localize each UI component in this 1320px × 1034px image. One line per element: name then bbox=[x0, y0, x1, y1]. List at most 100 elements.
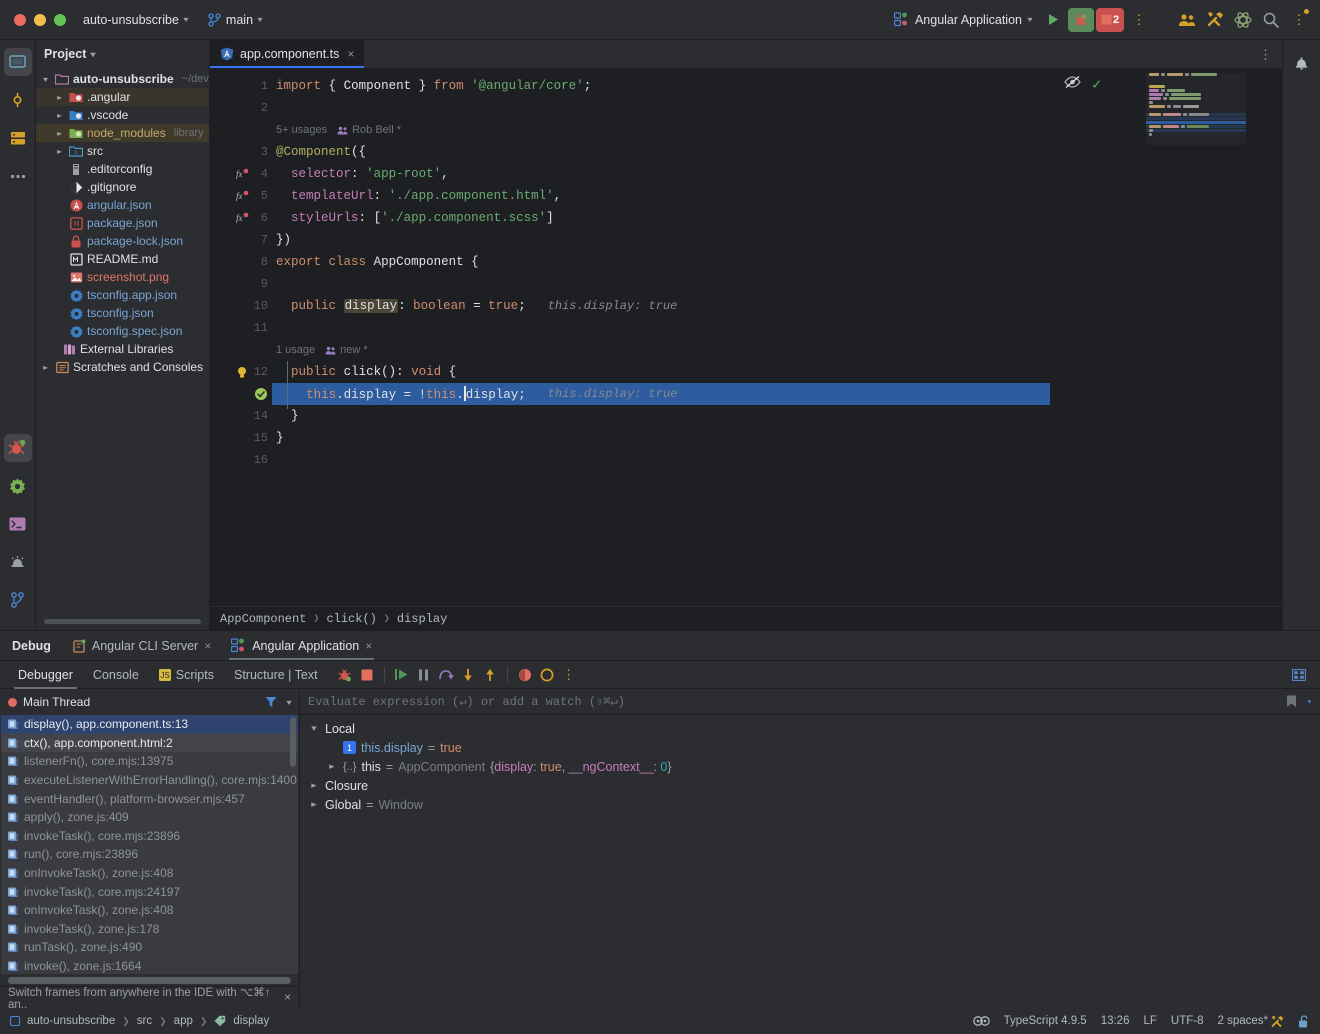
settings-gear-icon[interactable] bbox=[4, 472, 32, 500]
restore-layout-icon[interactable] bbox=[1288, 664, 1310, 686]
code-line-7[interactable]: }) bbox=[272, 229, 1050, 251]
code-line-16[interactable] bbox=[272, 449, 1050, 471]
variable-row[interactable]: ▾ Local bbox=[300, 719, 1320, 738]
stop-button[interactable]: 2 bbox=[1096, 7, 1124, 32]
no-problems-checkmark-icon[interactable]: ✓ bbox=[1092, 75, 1101, 94]
tools-wrench-icon[interactable] bbox=[1271, 1015, 1284, 1028]
stack-frame-row[interactable]: eventHandler(), platform-browser.mjs:457 bbox=[1, 789, 298, 808]
tree-node-package-lock-json[interactable]: package-lock.json bbox=[36, 232, 209, 250]
fx-marker-icon[interactable]: fx bbox=[235, 212, 249, 224]
status-breadcrumb-item-2[interactable]: app bbox=[174, 1015, 193, 1027]
tree-node-tsconfig-app-json[interactable]: tsconfig.app.json bbox=[36, 286, 209, 304]
people-icon[interactable] bbox=[1174, 7, 1200, 33]
pause-program-icon[interactable] bbox=[413, 664, 435, 686]
project-horizontal-scrollbar[interactable] bbox=[44, 619, 201, 624]
gutter-line-3[interactable]: 3 bbox=[210, 141, 272, 163]
debug-button[interactable] bbox=[1068, 7, 1094, 32]
view-breakpoints-icon[interactable] bbox=[536, 664, 558, 686]
variable-row[interactable]: ▸ Global = Window bbox=[300, 795, 1320, 814]
intention-bulb-icon[interactable] bbox=[235, 366, 249, 379]
gutter-line-9[interactable]: 9 bbox=[210, 273, 272, 295]
window-controls[interactable] bbox=[8, 13, 76, 26]
chevron-down-icon[interactable]: ▾ bbox=[39, 75, 52, 84]
step-into-icon[interactable] bbox=[457, 664, 479, 686]
gutter-inlay-row[interactable] bbox=[210, 339, 272, 361]
close-icon[interactable]: × bbox=[365, 639, 372, 653]
commit-icon[interactable] bbox=[4, 86, 32, 114]
gutter-line-16[interactable]: 16 bbox=[210, 449, 272, 471]
code-editor[interactable]: 1 2 3 fx 4 fx 5 fx 6 7 8 9 10 11 12 14 15 16 import { Com… bbox=[210, 69, 1282, 606]
run-configuration-selector[interactable]: Angular Application ▾ bbox=[888, 9, 1038, 30]
gutter-line-8[interactable]: 8 bbox=[210, 251, 272, 273]
chevron-right-icon[interactable]: ▸ bbox=[53, 111, 66, 120]
code-line-5[interactable]: templateUrl: './app.component.html', bbox=[272, 185, 1050, 207]
gutter-line-7[interactable]: 7 bbox=[210, 229, 272, 251]
file-encoding-label[interactable]: UTF-8 bbox=[1171, 1015, 1204, 1027]
chevron-right-icon[interactable]: ▸ bbox=[325, 761, 339, 772]
stack-frame-row[interactable]: invoke(), zone.js:1664 bbox=[1, 957, 298, 974]
editor-gutter[interactable]: 1 2 3 fx 4 fx 5 fx 6 7 8 9 10 11 12 14 15 16 bbox=[210, 69, 272, 606]
code-line-1[interactable]: import { Component } from '@angular/core… bbox=[272, 75, 1050, 97]
editor-breadcrumb[interactable]: AppComponent ❯ click() ❯ display bbox=[210, 606, 1282, 630]
code-line-2[interactable] bbox=[272, 97, 1050, 119]
inline-debug-value[interactable]: this.display: true bbox=[548, 299, 678, 313]
tab-console[interactable]: Console bbox=[83, 661, 149, 689]
project-panel-header[interactable]: Project ▾ bbox=[36, 40, 209, 68]
editor-error-stripe[interactable] bbox=[1268, 69, 1282, 606]
language-level-label[interactable]: TypeScript 4.9.5 bbox=[1004, 1015, 1087, 1027]
problems-icon[interactable] bbox=[4, 548, 32, 576]
stack-frame-row[interactable]: invokeTask(), zone.js:178 bbox=[1, 920, 298, 939]
debug-more-icon[interactable]: ⋮ bbox=[558, 664, 580, 686]
code-line-13[interactable]: this.display = !this. display; this.displa… bbox=[272, 383, 1050, 405]
code-inlay-usages[interactable]: 1 usage new * bbox=[272, 339, 1050, 361]
editor-code-column[interactable]: import { Component } from '@angular/core… bbox=[272, 69, 1050, 606]
gutter-line-10[interactable]: 10 bbox=[210, 295, 272, 317]
terminal-icon[interactable] bbox=[4, 510, 32, 538]
stack-frame-row[interactable]: run(), core.mjs:23896 bbox=[1, 845, 298, 864]
stack-frame-row[interactable]: onInvokeTask(), zone.js:408 bbox=[1, 864, 298, 883]
stop-icon[interactable] bbox=[356, 664, 378, 686]
rerun-debug-icon[interactable] bbox=[334, 664, 356, 686]
mute-breakpoints-icon[interactable] bbox=[514, 664, 536, 686]
thread-selector[interactable]: Main Thread ▾ bbox=[0, 689, 299, 715]
stack-frame-row[interactable]: ctx(), app.component.html:2 bbox=[1, 733, 298, 753]
usage-author[interactable]: Rob Bell * bbox=[337, 124, 401, 136]
tree-node-angular[interactable]: ▸ .angular bbox=[36, 88, 209, 106]
status-breadcrumb-item-0[interactable]: auto-unsubscribe bbox=[27, 1015, 115, 1027]
tree-node-auto-unsubscribe[interactable]: ▾ auto-unsubscribe ~/dev bbox=[36, 70, 209, 88]
gutter-line-1[interactable]: 1 bbox=[210, 75, 272, 97]
caret-position-label[interactable]: 13:26 bbox=[1101, 1015, 1130, 1027]
close-icon[interactable]: × bbox=[284, 992, 291, 1004]
tab-scripts[interactable]: JS Scripts bbox=[149, 661, 224, 689]
gutter-line-15[interactable]: 15 bbox=[210, 427, 272, 449]
chevron-down-icon[interactable]: ▾ bbox=[307, 723, 321, 734]
evaluate-expression-input[interactable]: Evaluate expression (↵) or add a watch (… bbox=[300, 689, 1320, 715]
close-icon[interactable]: × bbox=[347, 47, 354, 61]
code-line-12[interactable]: public click(): void { bbox=[272, 361, 1050, 383]
usages-count[interactable]: 5+ usages bbox=[276, 124, 327, 136]
atom-icon[interactable] bbox=[1230, 7, 1256, 33]
code-line-8[interactable]: export class AppComponent { bbox=[272, 251, 1050, 273]
filter-icon[interactable] bbox=[265, 696, 277, 708]
step-out-icon[interactable] bbox=[479, 664, 501, 686]
stack-frame-row[interactable]: runTask(), zone.js:490 bbox=[1, 938, 298, 957]
variable-row[interactable]: ▸ {..} this = AppComponent {display: true, __… bbox=[300, 757, 1320, 776]
tools-icon[interactable] bbox=[1202, 7, 1228, 33]
chevron-right-icon[interactable]: ▸ bbox=[307, 780, 321, 791]
tree-node-vscode[interactable]: ▸ .vscode bbox=[36, 106, 209, 124]
breadcrumb-item-0[interactable]: AppComponent bbox=[220, 612, 306, 626]
add-watch-bookmark-icon[interactable] bbox=[1286, 695, 1297, 708]
chevron-right-icon[interactable]: ▸ bbox=[307, 799, 321, 810]
step-over-icon[interactable] bbox=[435, 664, 457, 686]
inspections-off-icon[interactable] bbox=[1064, 75, 1081, 89]
code-line-4[interactable]: selector: 'app-root', bbox=[272, 163, 1050, 185]
tree-node-editorconfig[interactable]: .editorconfig bbox=[36, 160, 209, 178]
project-tool-icon[interactable] bbox=[3, 48, 32, 76]
chevron-down-icon[interactable]: ▾ bbox=[1306, 697, 1312, 707]
variable-row[interactable]: ▸ Closure bbox=[300, 776, 1320, 795]
minimize-window-button[interactable] bbox=[34, 13, 46, 26]
breadcrumb-item-2[interactable]: display bbox=[397, 612, 447, 626]
search-icon[interactable] bbox=[1258, 7, 1284, 33]
tree-node-angular-json[interactable]: angular.json bbox=[36, 196, 209, 214]
gutter-line-4[interactable]: fx 4 bbox=[210, 163, 272, 185]
